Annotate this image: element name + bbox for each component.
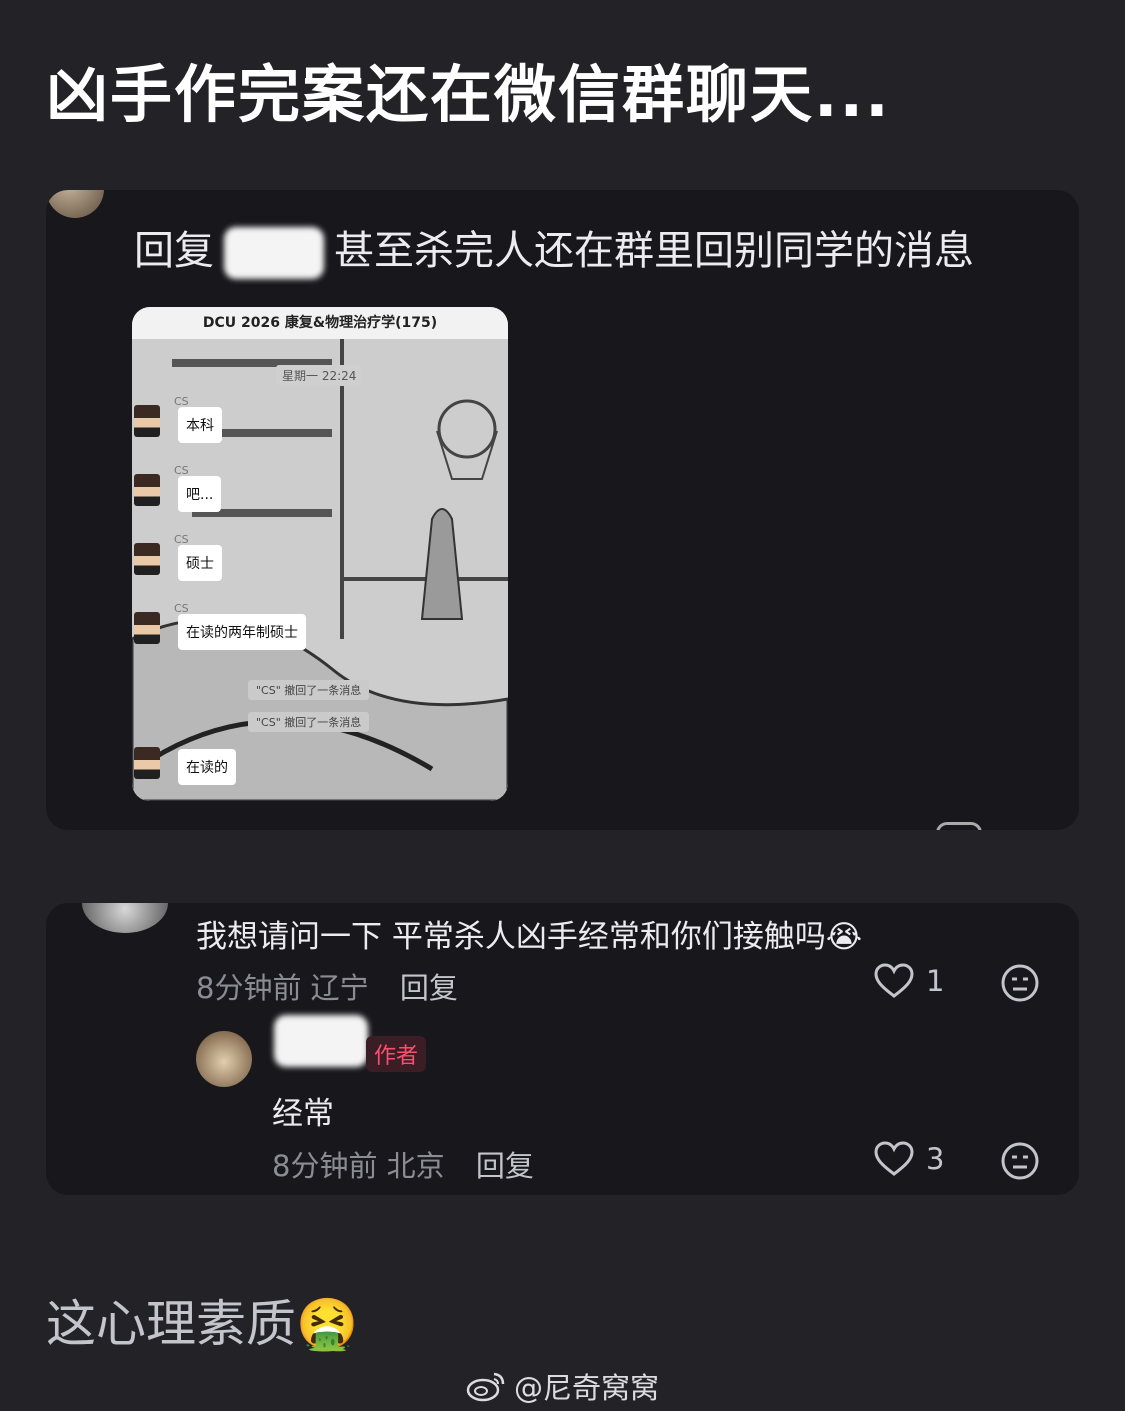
- heart-icon: [874, 1141, 914, 1176]
- blurred-username: [274, 1015, 368, 1067]
- avatar: [134, 543, 160, 575]
- message-bubble: 在读的: [178, 749, 236, 785]
- comment-text: 我想请问一下 平常杀人凶手经常和你们接触吗😭: [196, 911, 862, 956]
- comment-time: 8分钟前: [196, 971, 302, 1005]
- reply-prefix: 回复: [134, 228, 214, 274]
- sub-comment-location: 北京: [386, 1149, 445, 1183]
- chat-body: 星期一 22:24 CS 本科 CS 吧... CS 硕士 CS 在读的两年制硕…: [132, 339, 508, 801]
- message-bubble: 在读的两年制硕士: [178, 614, 306, 650]
- avatar: [134, 747, 160, 779]
- chat-timestamp: 星期一 22:24: [276, 365, 363, 386]
- chat-message: CS 在读的两年制硕士: [132, 602, 508, 662]
- sub-comment-time: 8分钟前: [272, 1149, 378, 1183]
- recall-notice: "CS" 撤回了一条消息: [248, 680, 370, 700]
- message-bubble: 硕士: [178, 545, 222, 581]
- crying-emoji: 😭: [825, 919, 863, 955]
- reply-text: 甚至杀完人还在群里回别同学的消息: [334, 228, 974, 274]
- caption-text: 这心理素质: [46, 1295, 296, 1353]
- heart-icon[interactable]: [936, 822, 982, 830]
- reply-card: 回复 甚至杀完人还在群里回别同学的消息 DCU 2026 康复&物理治疗学(175…: [46, 190, 1079, 830]
- watermark-text: @尼奇窝窝: [514, 1371, 660, 1405]
- chat-message: CS 硕士: [132, 533, 508, 593]
- message-bubble: 吧...: [178, 476, 222, 512]
- comment-card: 我想请问一下 平常杀人凶手经常和你们接触吗😭 8分钟前 辽宁 回复 1 作者 经…: [46, 903, 1079, 1195]
- sub-comment-meta: 8分钟前 北京 回复: [272, 1143, 534, 1185]
- group-name: DCU 2026 康复&物理治疗学(175): [132, 307, 508, 339]
- chat-message: 在读的: [132, 737, 508, 797]
- avatar[interactable]: [46, 190, 104, 218]
- chat-message: CS 吧...: [132, 464, 508, 524]
- like-button[interactable]: 3: [874, 1141, 944, 1177]
- reply-button[interactable]: 回复: [400, 971, 458, 1005]
- chat-screenshot-image[interactable]: DCU 2026 康复&物理治疗学(175) 星期一 22:24 CS 本科 C…: [132, 307, 508, 801]
- like-count: 3: [926, 1142, 945, 1176]
- recall-notice: "CS" 撤回了一条消息: [248, 712, 370, 732]
- avatar: [134, 474, 160, 506]
- chat-message: CS 本科: [132, 395, 508, 455]
- heart-icon: [874, 963, 914, 998]
- comment-location: 辽宁: [310, 971, 369, 1005]
- bottom-caption: 这心理素质🤮: [46, 1284, 358, 1356]
- dislike-face-icon[interactable]: [1001, 1142, 1039, 1180]
- avatar[interactable]: [82, 903, 168, 933]
- avatar: [134, 612, 160, 644]
- reply-line: 回复 甚至杀完人还在群里回别同学的消息: [134, 218, 974, 279]
- avatar: [134, 405, 160, 437]
- comment-meta: 8分钟前 辽宁 回复: [196, 965, 458, 1007]
- page-title: 凶手作完案还在微信群聊天...: [46, 58, 891, 131]
- weibo-logo-icon: [466, 1372, 505, 1402]
- like-count: 1: [926, 964, 945, 998]
- message-bubble: 本科: [178, 407, 222, 443]
- watermark: @尼奇窝窝: [466, 1365, 659, 1407]
- author-badge: 作者: [366, 1036, 427, 1072]
- vomit-emoji: 🤮: [296, 1295, 359, 1353]
- sub-comment-text: 经常: [272, 1096, 334, 1132]
- avatar[interactable]: [196, 1031, 252, 1087]
- comment-body: 我想请问一下 平常杀人凶手经常和你们接触吗: [196, 919, 826, 955]
- blurred-username: [224, 227, 324, 279]
- dislike-face-icon[interactable]: [1001, 964, 1039, 1002]
- reply-button[interactable]: 回复: [476, 1149, 534, 1183]
- cut-off-meta: [166, 818, 176, 830]
- like-button[interactable]: 1: [874, 963, 944, 999]
